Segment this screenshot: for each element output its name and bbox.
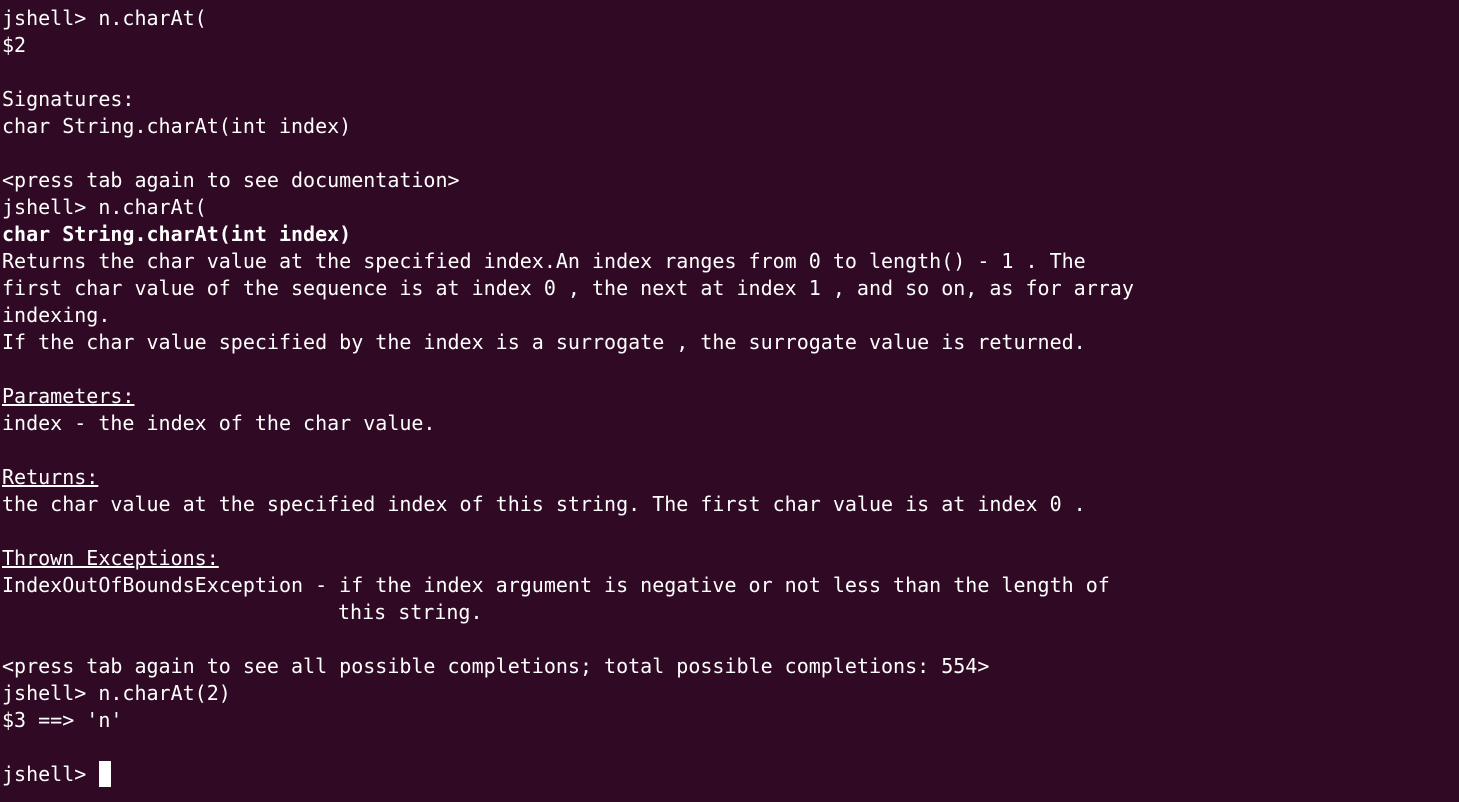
signatures-heading: Signatures: [2,87,135,111]
terminal-window[interactable]: jshell> n.charAt( $2 Signatures: char St… [2,5,1457,800]
doc-text-line: first char value of the sequence is at i… [2,276,1134,300]
exceptions-heading: Thrown Exceptions: [2,545,1457,572]
output-line: $2 [2,33,27,57]
prompt-line: jshell> n.charAt( [2,6,207,30]
prompt-line: jshell> n.charAt( [2,195,207,219]
hint-line: <press tab again to see documentation> [2,168,460,192]
signature-line: char String.charAt(int index) [2,114,352,138]
prompt-line: jshell> n.charAt(2) [2,681,231,705]
exceptions-heading-text: Thrown Exceptions: [2,546,219,570]
parameters-heading-text: Parameters: [2,384,135,408]
doc-text-line: the char value at the specified index of… [2,492,1086,516]
returns-heading: Returns: [2,464,1457,491]
output-line: $3 ==> 'n' [2,708,123,732]
doc-text-line: IndexOutOfBoundsException - if the index… [2,573,1110,597]
prompt-text: jshell> [2,762,99,786]
doc-text-line: index - the index of the char value. [2,411,436,435]
parameters-heading: Parameters: [2,383,1457,410]
doc-text-line: indexing. [2,303,111,327]
doc-text-line: If the char value specified by the index… [2,330,1086,354]
active-prompt-line[interactable]: jshell> [2,761,1457,788]
returns-heading-text: Returns: [2,465,99,489]
cursor-block [99,761,112,787]
hint-line: <press tab again to see all possible com… [2,654,990,678]
doc-text-line: this string. [338,600,483,624]
doc-signature: char String.charAt(int index) [2,222,352,246]
doc-text-line: Returns the char value at the specified … [2,249,1086,273]
